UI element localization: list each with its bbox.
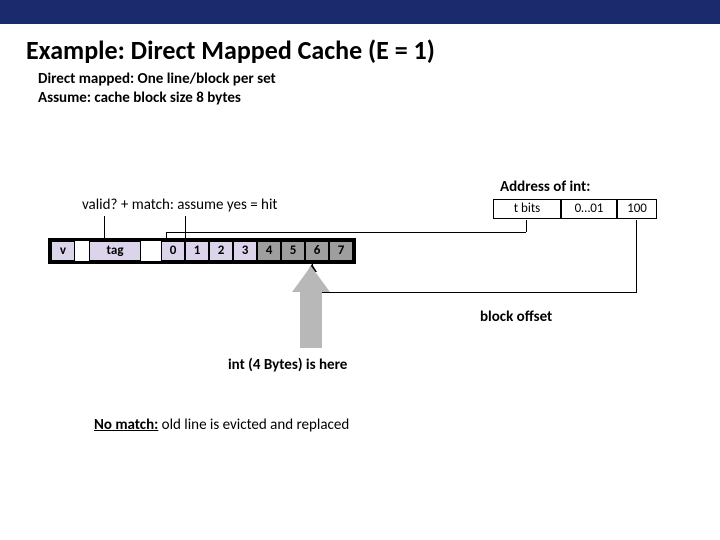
- big-arrow-up-icon: [296, 266, 326, 348]
- no-match-rest: old line is evicted and replaced: [158, 416, 349, 434]
- connector-tbits-horiz: [166, 232, 526, 233]
- address-row: t bits 0…01 100: [492, 198, 658, 220]
- byte-cell: 1: [185, 241, 209, 261]
- byte-cell-highlight: 6: [305, 241, 329, 261]
- subtitle-line-2: Assume: cache block size 8 bytes: [0, 89, 720, 108]
- tag-field: tag: [89, 241, 141, 261]
- connector-tbits-drop: [166, 232, 167, 238]
- tick-to-valid: [104, 216, 105, 238]
- gap: [75, 241, 89, 261]
- slide-title: Example: Direct Mapped Cache (E = 1): [0, 24, 720, 70]
- hit-condition-text: valid? + match: assume yes = hit: [82, 196, 277, 214]
- valid-label: valid?: [82, 196, 117, 214]
- cache-line-row: v tag 0 1 2 3 4 5 6 7: [48, 238, 356, 264]
- byte-cell: 3: [233, 241, 257, 261]
- subtitle-line-1: Direct mapped: One line/block per set: [0, 70, 720, 89]
- no-match-text: No match: old line is evicted and replac…: [94, 416, 349, 434]
- connector-tbits-vert: [526, 220, 527, 232]
- byte-cell: 2: [209, 241, 233, 261]
- tick-to-tag: [185, 216, 186, 238]
- cache-line-outline: v tag 0 1 2 3 4 5 6 7: [48, 238, 356, 264]
- plus-label: +: [117, 196, 131, 214]
- address-tag-bits: t bits: [493, 199, 561, 219]
- connector-boff-vert: [636, 220, 637, 292]
- byte-cell: 0: [161, 241, 185, 261]
- gap: [141, 241, 161, 261]
- byte-cell-highlight: 5: [281, 241, 305, 261]
- connector-boff-horiz: [312, 292, 637, 293]
- address-set-bits: 0…01: [561, 199, 617, 219]
- address-title: Address of int:: [500, 178, 590, 196]
- byte-cell-highlight: 4: [257, 241, 281, 261]
- match-label: match: assume yes = hit: [132, 196, 278, 214]
- diagram-canvas: valid? + match: assume yes = hit v tag 0…: [0, 108, 720, 538]
- int-here-label: int (4 Bytes) is here: [228, 356, 347, 374]
- address-block-bits: 100: [617, 199, 657, 219]
- no-match-label: No match:: [94, 416, 158, 434]
- byte-cell-highlight: 7: [329, 241, 353, 261]
- valid-field: v: [51, 241, 75, 261]
- block-offset-label: block offset: [480, 308, 552, 326]
- slide-topbar: [0, 0, 720, 24]
